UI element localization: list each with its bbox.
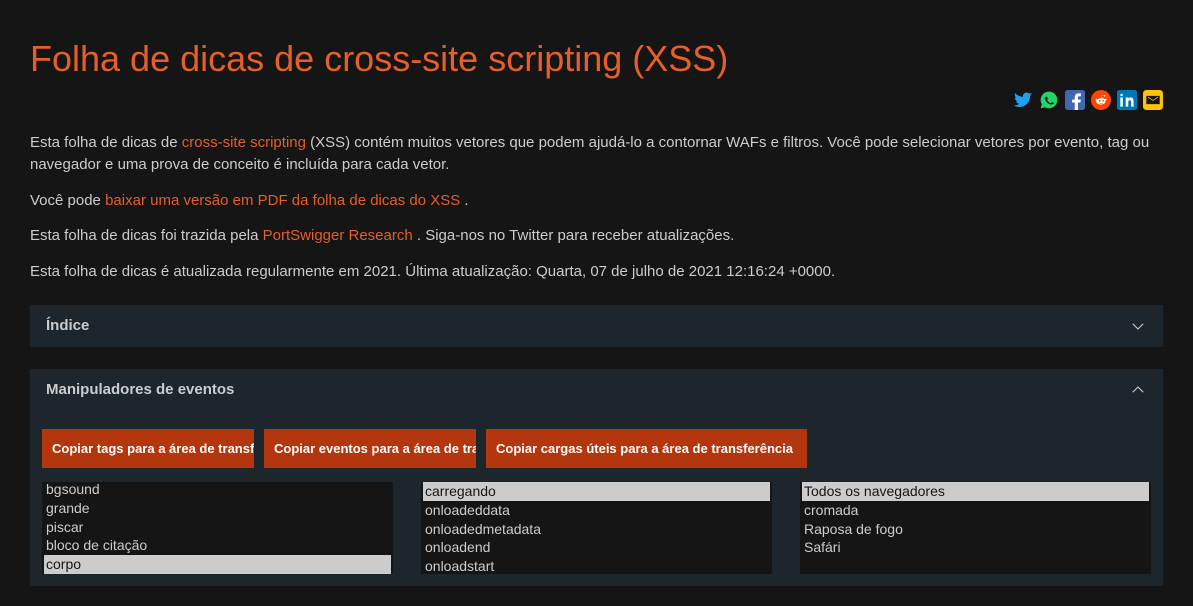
event-handlers-section: Manipuladores de eventos Copiar tags par… xyxy=(30,369,1163,586)
list-item[interactable]: carregando xyxy=(423,482,770,501)
event-handlers-header[interactable]: Manipuladores de eventos xyxy=(30,369,1163,411)
list-item[interactable]: onloadstart xyxy=(423,557,770,573)
list-item[interactable]: Todos os navegadores xyxy=(802,482,1149,501)
intro-paragraph-4: Esta folha de dicas é atualizada regular… xyxy=(30,261,1163,283)
list-item[interactable]: bloco de citação xyxy=(44,536,391,555)
link-portswigger[interactable]: PortSwigger Research xyxy=(263,227,413,244)
share-row xyxy=(30,90,1163,122)
list-item[interactable]: Raposa de fogo xyxy=(802,520,1149,539)
index-title: Índice xyxy=(46,317,89,334)
selector-lists-row: bgsoundgrandepiscarbloco de citaçãocorpo… xyxy=(30,482,1163,574)
list-item[interactable]: piscar xyxy=(44,518,391,537)
event-handlers-title: Manipuladores de eventos xyxy=(46,381,234,398)
page-title: Folha de dicas de cross-site scripting (… xyxy=(30,0,1163,90)
text: . xyxy=(460,192,468,209)
intro-paragraph-3: Esta folha de dicas foi trazida pela Por… xyxy=(30,225,1163,247)
list-item[interactable]: cromada xyxy=(802,501,1149,520)
list-item[interactable]: onloadend xyxy=(423,538,770,557)
twitter-icon[interactable] xyxy=(1013,90,1033,110)
copy-events-button[interactable]: Copiar eventos para a área de transferên… xyxy=(264,429,476,468)
intro-paragraph-2: Você pode baixar uma versão em PDF da fo… xyxy=(30,190,1163,212)
list-item[interactable]: corpo xyxy=(44,555,391,573)
index-panel[interactable]: Índice xyxy=(30,305,1163,347)
whatsapp-icon[interactable] xyxy=(1039,90,1059,110)
link-xss[interactable]: cross-site scripting xyxy=(182,134,306,151)
tags-listbox[interactable]: bgsoundgrandepiscarbloco de citaçãocorpo xyxy=(42,482,393,574)
list-item[interactable]: grande xyxy=(44,499,391,518)
copy-payloads-button[interactable]: Copiar cargas úteis para a área de trans… xyxy=(486,429,807,468)
intro-paragraph-1: Esta folha de dicas de cross-site script… xyxy=(30,132,1163,176)
text: . Siga-nos no Twitter para receber atual… xyxy=(413,227,735,244)
text: Esta folha de dicas foi trazida pela xyxy=(30,227,263,244)
list-item[interactable]: Safári xyxy=(802,538,1149,557)
list-item[interactable]: bgsound xyxy=(44,482,391,499)
text: Esta folha de dicas de xyxy=(30,134,182,151)
link-pdf[interactable]: baixar uma versão em PDF da folha de dic… xyxy=(105,192,460,209)
linkedin-icon[interactable] xyxy=(1117,90,1137,110)
reddit-icon[interactable] xyxy=(1091,90,1111,110)
chevron-up-icon xyxy=(1129,381,1147,399)
copy-tags-button[interactable]: Copiar tags para a área de transferência xyxy=(42,429,254,468)
list-item[interactable]: onloadedmetadata xyxy=(423,520,770,539)
facebook-icon[interactable] xyxy=(1065,90,1085,110)
browsers-listbox[interactable]: Todos os navegadorescromadaRaposa de fog… xyxy=(800,482,1151,574)
text: Você pode xyxy=(30,192,105,209)
email-icon[interactable] xyxy=(1143,90,1163,110)
copy-buttons-row: Copiar tags para a área de transferência… xyxy=(30,411,1163,482)
list-item[interactable]: onloadeddata xyxy=(423,501,770,520)
chevron-down-icon xyxy=(1129,317,1147,335)
events-listbox[interactable]: carregandoonloadeddataonloadedmetadataon… xyxy=(421,482,772,574)
